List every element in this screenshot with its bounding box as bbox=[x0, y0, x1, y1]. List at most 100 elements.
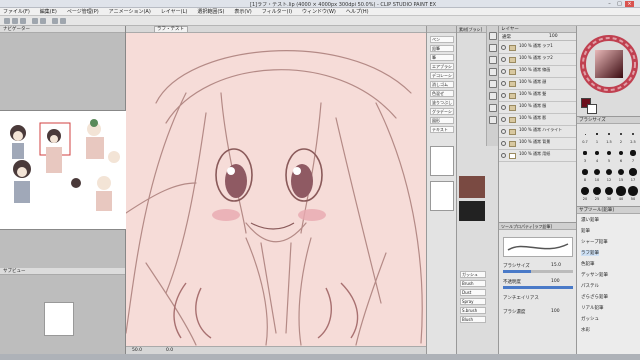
eye-icon[interactable] bbox=[501, 129, 506, 134]
sub-tool-item[interactable]: 鉛筆 bbox=[581, 228, 590, 234]
eye-icon[interactable] bbox=[501, 105, 506, 110]
layer-row[interactable]: 100 % 通常 背景 bbox=[499, 138, 577, 150]
layer-tab[interactable]: レイヤー bbox=[499, 26, 576, 33]
layer-row[interactable]: 100 % 通常 線画 bbox=[499, 66, 577, 78]
brush-size-slider[interactable] bbox=[503, 270, 573, 273]
eraser-icon[interactable] bbox=[489, 116, 497, 124]
open-file-icon[interactable] bbox=[12, 18, 18, 24]
document-tab[interactable]: ラフ・テスト bbox=[154, 26, 188, 33]
layer-row[interactable]: 100 % 通常 ハイライト bbox=[499, 126, 577, 138]
menu-help[interactable]: ヘルプ(H) bbox=[346, 8, 369, 15]
eye-icon[interactable] bbox=[501, 57, 506, 62]
sub-tool-item[interactable]: パステル bbox=[581, 283, 599, 289]
brush-item[interactable]: Spray bbox=[460, 298, 486, 305]
layer-row[interactable]: 100 % 通常 髪 bbox=[499, 90, 577, 102]
brush-item[interactable]: Blush bbox=[460, 316, 486, 323]
brush-size-option[interactable]: 40 bbox=[615, 184, 627, 203]
brush-size-option[interactable]: 7 bbox=[627, 146, 639, 165]
eye-icon[interactable] bbox=[501, 93, 506, 98]
move-icon[interactable] bbox=[489, 56, 497, 64]
sub-tool-item[interactable]: リアル鉛筆 bbox=[581, 305, 603, 311]
undo-icon[interactable] bbox=[32, 18, 38, 24]
menu-layer[interactable]: レイヤー(L) bbox=[161, 8, 188, 15]
angle-readout[interactable]: 0.0 bbox=[166, 348, 173, 353]
brush-size-option[interactable]: 1.5 bbox=[603, 127, 615, 146]
layer-row[interactable]: 100 % 通常 ラフ1 bbox=[499, 42, 577, 54]
magnifier-icon[interactable] bbox=[489, 32, 497, 40]
maximize-icon[interactable]: □ bbox=[615, 1, 624, 7]
brush-item[interactable]: ガッシュ bbox=[460, 271, 486, 278]
eyedropper-icon[interactable] bbox=[489, 92, 497, 100]
eye-icon[interactable] bbox=[501, 117, 506, 122]
clear-icon[interactable] bbox=[52, 18, 58, 24]
menu-animation[interactable]: アニメーション(A) bbox=[109, 8, 151, 15]
tool-eraser[interactable]: 消しゴム bbox=[430, 81, 454, 88]
brush-size-option[interactable]: 2.5 bbox=[627, 127, 639, 146]
layer-opacity[interactable]: 100 bbox=[549, 34, 558, 39]
hand-icon[interactable] bbox=[489, 44, 497, 52]
menu-edit[interactable]: 編集(E) bbox=[40, 8, 57, 15]
brush-item[interactable]: S.brush bbox=[460, 307, 486, 314]
select-icon[interactable] bbox=[489, 68, 497, 76]
brush-size-value[interactable]: 15.0 bbox=[551, 263, 561, 268]
tool-pencil[interactable]: 鉛筆 bbox=[430, 45, 454, 52]
brush-size-option[interactable]: 8 bbox=[579, 165, 591, 184]
menu-page[interactable]: ページ管理(P) bbox=[67, 8, 99, 15]
tool-figure[interactable]: 図形 bbox=[430, 117, 454, 124]
sub-tool-tab[interactable]: サブツール[鉛筆] bbox=[577, 207, 640, 214]
opacity-slider[interactable] bbox=[503, 286, 573, 289]
layer-row[interactable]: 100 % 通常 服 bbox=[499, 102, 577, 114]
tool-decoration[interactable]: デコレーション bbox=[430, 72, 454, 79]
sub-tool-item[interactable]: 水彩 bbox=[581, 327, 590, 333]
tool-fill[interactable]: 塗りつぶし bbox=[430, 99, 454, 106]
brush-size-option[interactable]: 1 bbox=[591, 127, 603, 146]
brush-size-option[interactable]: 10 bbox=[591, 165, 603, 184]
minimize-icon[interactable]: – bbox=[605, 1, 614, 7]
tool-text[interactable]: テキスト bbox=[430, 126, 454, 133]
tool-pen[interactable]: ペン bbox=[430, 36, 454, 43]
eye-icon[interactable] bbox=[501, 141, 506, 146]
eye-icon[interactable] bbox=[501, 81, 506, 86]
material-preview-dark[interactable] bbox=[459, 201, 485, 221]
brush-size-option[interactable]: 17 bbox=[627, 165, 639, 184]
brush-size-option[interactable]: 4 bbox=[591, 146, 603, 165]
eye-icon[interactable] bbox=[501, 45, 506, 50]
brush-size-option[interactable]: 5 bbox=[603, 146, 615, 165]
sub-tool-item-selected[interactable]: ラフ鉛筆 bbox=[581, 250, 599, 256]
navigator-tab[interactable]: ナビゲーター bbox=[0, 26, 125, 33]
brush-size-option[interactable]: 30 bbox=[603, 184, 615, 203]
subview-image[interactable] bbox=[44, 302, 74, 336]
brush-size-option[interactable]: 25 bbox=[591, 184, 603, 203]
density-value[interactable]: 100 bbox=[551, 309, 560, 314]
tool-airbrush[interactable]: エアブラシ bbox=[430, 63, 454, 70]
pen-icon[interactable] bbox=[489, 104, 497, 112]
sub-tool-item[interactable]: ざらざら鉛筆 bbox=[581, 294, 608, 300]
sub-color-swatch[interactable] bbox=[587, 104, 597, 114]
save-icon[interactable] bbox=[20, 18, 26, 24]
menu-file[interactable]: ファイル(F) bbox=[3, 8, 30, 15]
brush-size-option[interactable]: 6 bbox=[615, 146, 627, 165]
zoom-readout[interactable]: 50.0 bbox=[132, 348, 142, 353]
menu-view[interactable]: 表示(V) bbox=[234, 8, 251, 15]
tool-brush[interactable]: 筆 bbox=[430, 54, 454, 61]
tool-property-tab[interactable]: ツールプロパティ[ラフ鉛筆] bbox=[499, 223, 576, 230]
sub-tool-item[interactable]: 色鉛筆 bbox=[581, 261, 595, 267]
brush-size-option[interactable]: 3 bbox=[579, 146, 591, 165]
menu-filter[interactable]: フィルター(I) bbox=[262, 8, 292, 15]
blend-mode-select[interactable]: 通常 bbox=[502, 34, 511, 40]
material-preview[interactable] bbox=[459, 176, 485, 198]
sub-tool-item[interactable]: ガッシュ bbox=[581, 316, 599, 322]
brush-item[interactable]: Brush bbox=[460, 280, 486, 287]
brush-size-tab[interactable]: ブラシサイズ bbox=[577, 117, 640, 124]
redo-icon[interactable] bbox=[40, 18, 46, 24]
brush-size-option[interactable]: 12 bbox=[603, 165, 615, 184]
sub-tool-item[interactable]: デッサン鉛筆 bbox=[581, 272, 608, 278]
reference-thumbnail[interactable] bbox=[0, 110, 126, 230]
sub-tool-item[interactable]: シャープ鉛筆 bbox=[581, 239, 608, 245]
eye-icon[interactable] bbox=[501, 69, 506, 74]
sub-tool-item[interactable]: 濃い鉛筆 bbox=[581, 217, 599, 223]
new-file-icon[interactable] bbox=[4, 18, 10, 24]
menu-select[interactable]: 選択範囲(S) bbox=[197, 8, 224, 15]
brush-item[interactable]: Dust bbox=[460, 289, 486, 296]
layer-row[interactable]: 100 % 通常 用紙 bbox=[499, 150, 577, 162]
